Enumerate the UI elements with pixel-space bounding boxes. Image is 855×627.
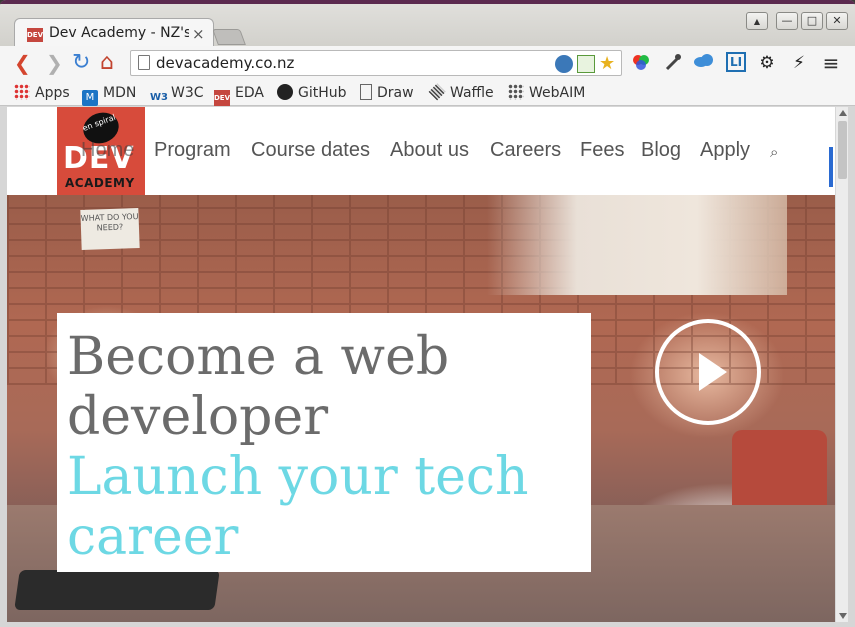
tab-close-icon[interactable]: × <box>192 25 205 43</box>
mdn-icon: M <box>82 90 98 106</box>
close-window-button[interactable]: ✕ <box>826 12 848 30</box>
keyboard-background <box>14 570 220 610</box>
linkedin-icon[interactable]: LI <box>726 52 748 74</box>
address-bar[interactable]: devacademy.co.nz ★ <box>130 50 622 76</box>
bookmark-label: Apps <box>35 85 70 101</box>
scroll-position-marker <box>829 147 833 187</box>
maximize-button[interactable]: □ <box>801 12 823 30</box>
eyedropper-icon[interactable] <box>662 52 684 74</box>
color-wheel-svg <box>633 55 649 70</box>
nav-course-dates[interactable]: Course dates <box>251 139 370 162</box>
reload-button[interactable]: ↻ <box>72 52 90 74</box>
dev-academy-favicon-icon: DEV <box>27 28 43 42</box>
forward-button[interactable]: ❯ <box>46 52 63 74</box>
page-scrollbar[interactable] <box>835 107 848 622</box>
wall-note: WHAT DO YOU NEED? <box>80 208 140 250</box>
linkedin-badge: LI <box>726 52 746 72</box>
color-wheel-extension-icon[interactable] <box>630 52 652 74</box>
user-profile-button[interactable]: ▲ <box>746 12 768 30</box>
bookmark-github[interactable]: GitHub <box>277 83 347 103</box>
page-viewport: en spiral DEV ACADEMY Home Program Cours… <box>7 107 835 622</box>
office-wall-background <box>487 195 787 295</box>
wordpress-icon[interactable] <box>555 55 573 73</box>
webaim-icon <box>508 84 524 100</box>
rss-reader-icon[interactable] <box>577 55 595 73</box>
maximize-icon: □ <box>806 14 818 27</box>
headline-line-1: Become a web <box>67 327 450 387</box>
search-icon[interactable]: ⌕ <box>770 143 778 161</box>
minimize-button[interactable]: — <box>776 12 798 30</box>
nav-apply[interactable]: Apply <box>700 139 750 162</box>
browser-window: DEV Dev Academy - NZ's × ▲ — □ ✕ ❮ ❯ ↻ ⌂ <box>0 0 855 627</box>
nav-program[interactable]: Program <box>154 139 231 162</box>
home-button[interactable]: ⌂ <box>100 52 114 74</box>
bookmark-eda[interactable]: DEV EDA <box>214 83 264 106</box>
forward-arrow-icon: ❯ <box>46 51 63 75</box>
scroll-up-arrow-icon[interactable] <box>839 110 847 116</box>
browser-toolbar: ❮ ❯ ↻ ⌂ devacademy.co.nz ★ LI ⚙ ⚡ ≡ <box>0 46 855 80</box>
tagline-line-1: Launch your tech <box>67 447 529 507</box>
bookmark-label: Waffle <box>450 85 494 101</box>
headline-line-2: developer <box>67 387 329 447</box>
scrollbar-thumb[interactable] <box>838 121 847 179</box>
hamburger-menu-icon: ≡ <box>822 51 840 75</box>
apps-icon <box>14 84 30 100</box>
logo-academy-text: ACADEMY <box>65 176 135 190</box>
bookmark-star-icon[interactable]: ★ <box>599 55 617 73</box>
cloud-svg <box>694 54 713 67</box>
nav-home[interactable]: Home <box>81 139 134 162</box>
bookmark-webaim[interactable]: WebAIM <box>508 83 585 103</box>
w3c-icon: W3 <box>150 92 168 103</box>
draw-icon <box>360 84 372 100</box>
address-url[interactable]: devacademy.co.nz <box>156 54 294 72</box>
bookmark-apps[interactable]: Apps <box>14 83 70 103</box>
tab-title: Dev Academy - NZ's <box>49 25 189 41</box>
bookmark-label: EDA <box>235 85 264 101</box>
waffle-icon <box>428 83 446 101</box>
user-icon: ▲ <box>753 17 761 26</box>
bookmark-w3c[interactable]: W3 W3C <box>150 83 204 103</box>
eyedropper-svg <box>665 54 681 71</box>
hero-headline-card: Become a web developer Launch your tech … <box>57 313 591 572</box>
bookmark-mdn[interactable]: M MDN <box>82 83 137 106</box>
video-play-button[interactable] <box>655 319 761 425</box>
bookmark-label: Draw <box>377 85 414 101</box>
eda-icon: DEV <box>214 90 230 106</box>
bookmark-label: GitHub <box>298 85 347 101</box>
menu-button[interactable]: ≡ <box>820 52 842 74</box>
bookmark-label: WebAIM <box>529 85 586 101</box>
cloud-icon[interactable] <box>693 52 715 74</box>
bookmark-waffle[interactable]: Waffle <box>428 83 494 103</box>
back-arrow-icon: ❮ <box>14 51 31 75</box>
nav-blog[interactable]: Blog <box>641 139 681 162</box>
nav-fees[interactable]: Fees <box>580 139 624 162</box>
back-button[interactable]: ❮ <box>14 52 31 74</box>
nav-careers[interactable]: Careers <box>490 139 561 162</box>
play-icon <box>699 353 727 391</box>
site-header: en spiral DEV ACADEMY Home Program Cours… <box>7 107 835 195</box>
tool-extension-icon[interactable]: ⚡ <box>788 52 810 74</box>
new-tab-button[interactable] <box>212 29 246 45</box>
github-icon <box>277 84 293 100</box>
tagline-line-2: career <box>67 507 239 567</box>
scroll-down-arrow-icon[interactable] <box>839 613 847 619</box>
close-icon: ✕ <box>832 14 842 27</box>
tab-strip: DEV Dev Academy - NZ's × ▲ — □ ✕ <box>0 4 855 50</box>
home-icon: ⌂ <box>100 50 114 75</box>
settings-gear-icon[interactable]: ⚙ <box>756 52 778 74</box>
bookmarks-bar: Apps M MDN W3 W3C DEV EDA GitHub Draw Waffl… <box>0 80 855 106</box>
bookmark-label: W3C <box>171 85 204 101</box>
hero-section: WHAT DO YOU NEED? Become a web developer… <box>7 195 835 622</box>
minimize-icon: — <box>781 14 793 27</box>
reload-icon: ↻ <box>72 50 91 75</box>
nav-about-us[interactable]: About us <box>390 139 469 162</box>
page-icon <box>138 55 150 70</box>
bookmark-label: MDN <box>103 85 137 101</box>
bookmark-draw[interactable]: Draw <box>360 83 414 103</box>
